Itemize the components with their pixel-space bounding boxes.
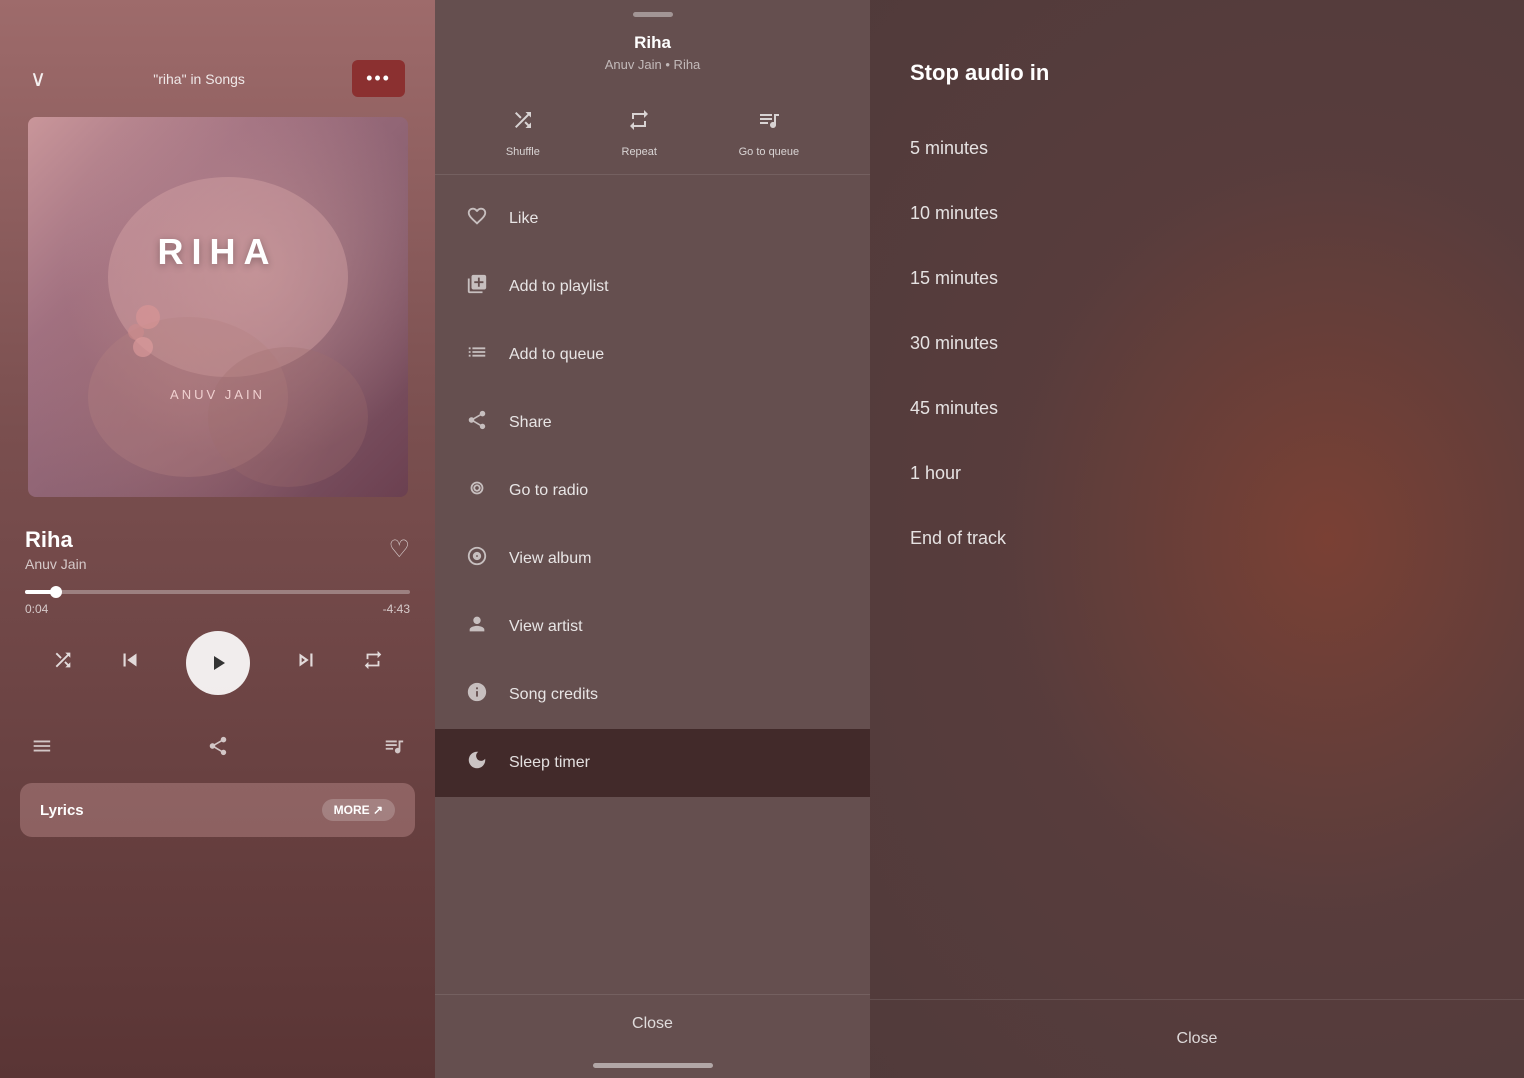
chevron-down-icon[interactable]: ∨: [30, 66, 46, 92]
menu-close-button[interactable]: Close: [435, 994, 870, 1053]
view-artist-icon: [465, 613, 489, 641]
lyrics-label: Lyrics: [40, 802, 84, 819]
remaining-time: -4:43: [383, 602, 410, 616]
progress-container: 0:04 -4:43: [20, 590, 415, 616]
song-details: Riha Anuv Jain: [25, 527, 86, 572]
menu-item-sleep-timer[interactable]: Sleep timer: [435, 729, 870, 797]
playback-controls: [20, 631, 415, 695]
moon-icon: [465, 749, 489, 777]
song-artist-name: Anuv Jain: [25, 556, 86, 572]
share-icon: [465, 409, 489, 437]
player-context-title: "riha" in Songs: [153, 71, 245, 87]
song-title: Riha: [25, 527, 86, 553]
add-queue-label: Add to queue: [509, 346, 604, 364]
repeat-button[interactable]: [362, 649, 384, 677]
menu-top-actions: Shuffle Repeat Go to queue: [435, 92, 870, 175]
time-labels: 0:04 -4:43: [25, 602, 410, 616]
sleep-option-1hour[interactable]: 1 hour: [910, 441, 1484, 506]
menu-item-add-queue[interactable]: Add to queue: [435, 321, 870, 389]
song-info: Riha Anuv Jain ♡: [20, 527, 415, 572]
sleep-options-list: 5 minutes 10 minutes 15 minutes 30 minut…: [870, 116, 1524, 999]
like-label: Like: [509, 210, 538, 228]
sleep-timer-panel: Stop audio in 5 minutes 10 minutes 15 mi…: [870, 0, 1524, 1078]
menu-item-view-artist[interactable]: View artist: [435, 593, 870, 661]
lyrics-bar[interactable]: Lyrics MORE ↗: [20, 783, 415, 837]
next-button[interactable]: [293, 647, 319, 679]
menu-item-share[interactable]: Share: [435, 389, 870, 457]
menu-item-like[interactable]: Like: [435, 185, 870, 253]
sleep-option-10min[interactable]: 10 minutes: [910, 181, 1484, 246]
album-artist-overlay: ANUV JAIN: [170, 387, 265, 402]
player-header: ∨ "riha" in Songs •••: [20, 0, 415, 117]
queue-icon: [757, 108, 781, 138]
menu-song-title: Riha: [634, 33, 671, 53]
go-to-queue-action[interactable]: Go to queue: [739, 108, 800, 158]
share-label: Share: [509, 414, 552, 432]
album-title-overlay: RIHA: [158, 231, 278, 273]
repeat-icon: [627, 108, 651, 138]
go-to-radio-label: Go to radio: [509, 482, 588, 500]
sleep-timer-label: Sleep timer: [509, 754, 590, 772]
sleep-option-30min[interactable]: 30 minutes: [910, 311, 1484, 376]
bottom-controls: [20, 735, 415, 763]
menu-item-view-album[interactable]: View album: [435, 525, 870, 593]
menu-items-list: Like Add to playlist Add to queue: [435, 185, 870, 994]
connect-device-button[interactable]: [30, 735, 52, 763]
bottom-indicator: [593, 1063, 713, 1068]
heart-icon: [465, 205, 489, 233]
sleep-option-15min[interactable]: 15 minutes: [910, 246, 1484, 311]
album-art: RIHA ANUV JAIN: [28, 117, 408, 497]
sleep-title: Stop audio in: [870, 0, 1524, 116]
repeat-label: Repeat: [622, 146, 657, 158]
more-options-button[interactable]: •••: [352, 60, 405, 97]
sleep-option-end-of-track[interactable]: End of track: [910, 506, 1484, 571]
menu-item-add-playlist[interactable]: Add to playlist: [435, 253, 870, 321]
menu-song-subtitle: Anuv Jain • Riha: [605, 57, 701, 72]
sleep-panel-content: Stop audio in 5 minutes 10 minutes 15 mi…: [870, 0, 1524, 1078]
view-artist-label: View artist: [509, 618, 583, 636]
sleep-option-5min[interactable]: 5 minutes: [910, 116, 1484, 181]
radio-icon: [465, 477, 489, 505]
add-playlist-label: Add to playlist: [509, 278, 609, 296]
menu-item-go-to-radio[interactable]: Go to radio: [435, 457, 870, 525]
add-playlist-icon: [465, 273, 489, 301]
sleep-close-button[interactable]: Close: [870, 999, 1524, 1078]
like-button[interactable]: ♡: [388, 535, 410, 564]
shuffle-action[interactable]: Shuffle: [506, 108, 540, 158]
progress-bar-fill: [25, 590, 56, 594]
context-menu-panel: Riha Anuv Jain • Riha Shuffle Repeat: [435, 0, 870, 1078]
progress-bar-track[interactable]: [25, 590, 410, 594]
previous-button[interactable]: [117, 647, 143, 679]
view-album-icon: [465, 545, 489, 573]
music-player-panel: ∨ "riha" in Songs ••• RIHA ANUV JAIN Rih…: [0, 0, 435, 1078]
progress-dot: [50, 586, 62, 598]
sleep-option-45min[interactable]: 45 minutes: [910, 376, 1484, 441]
shuffle-icon: [511, 108, 535, 138]
queue-label: Go to queue: [739, 146, 800, 158]
song-credits-label: Song credits: [509, 686, 598, 704]
shuffle-label: Shuffle: [506, 146, 540, 158]
queue-button[interactable]: [383, 735, 405, 763]
play-pause-button[interactable]: [186, 631, 250, 695]
share-button[interactable]: [207, 735, 229, 763]
view-album-label: View album: [509, 550, 591, 568]
menu-item-song-credits[interactable]: Song credits: [435, 661, 870, 729]
drag-handle: [633, 12, 673, 17]
album-art-decoration: [28, 117, 408, 497]
song-credits-icon: [465, 681, 489, 709]
repeat-action[interactable]: Repeat: [622, 108, 657, 158]
current-time: 0:04: [25, 602, 48, 616]
more-tag[interactable]: MORE ↗: [322, 799, 395, 821]
add-queue-icon: [465, 341, 489, 369]
album-art-inner: RIHA ANUV JAIN: [28, 117, 408, 497]
shuffle-button[interactable]: [52, 649, 74, 677]
